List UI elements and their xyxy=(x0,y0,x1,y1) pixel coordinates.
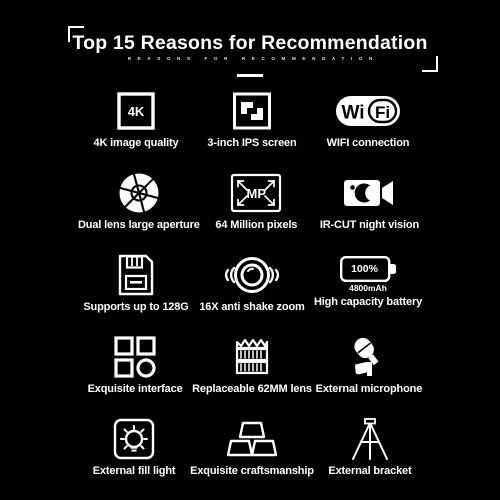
feature-item-external-microphone: External microphone xyxy=(312,334,426,416)
anti-shake-lens-icon xyxy=(222,252,282,298)
feature-label: 3-inch IPS screen xyxy=(207,137,297,149)
poster-subtitle: REASONS FOR RECOMMENDATION xyxy=(127,56,379,61)
battery-capacity-label: 4800mAh xyxy=(349,282,387,293)
screen-corners-icon xyxy=(232,88,272,134)
battery-icon: 100% 4800mAh xyxy=(340,252,396,296)
feature-label: Supports up to 128G xyxy=(83,301,189,313)
sd-card-icon xyxy=(116,252,156,298)
svg-text:Wi: Wi xyxy=(341,103,364,124)
feature-row: Dual lens large aperture MP 64 Million p… xyxy=(78,170,426,252)
feature-poster: Top 15 Reasons for Recommendation REASON… xyxy=(0,0,500,500)
feature-label: External fill light xyxy=(92,465,176,477)
feature-label: 16X anti shake zoom xyxy=(199,301,305,313)
feature-label: External microphone xyxy=(315,383,423,395)
4k-box-icon: 4K xyxy=(116,88,156,134)
microphone-icon xyxy=(346,334,392,380)
feature-grid: 4K 4K image quality 3-inch IPS screen Wi… xyxy=(78,88,426,498)
feature-item-supports-up-to-128g: Supports up to 128G xyxy=(78,252,194,334)
feature-label: IR-CUT night vision xyxy=(319,219,420,231)
feature-label: Exquisite interface xyxy=(87,383,183,395)
feature-label: 4K image quality xyxy=(93,137,179,149)
feature-label: External bracket xyxy=(328,465,412,477)
fill-light-bulb-icon xyxy=(113,416,155,462)
feature-label: WIFI connection xyxy=(326,137,410,149)
poster-header: Top 15 Reasons for Recommendation REASON… xyxy=(60,20,440,80)
feature-item-exquisite-craftsmanship: Exquisite craftsmanship xyxy=(190,416,314,498)
feature-item-dual-lens-large-aperture: Dual lens large aperture xyxy=(78,170,200,252)
svg-text:Fi: Fi xyxy=(375,103,390,122)
feature-item-ir-cut-night-vision: IR-CUT night vision xyxy=(313,170,426,252)
feature-label: Exquisite craftsmanship xyxy=(190,465,314,477)
feature-item-external-bracket: External bracket xyxy=(314,416,426,498)
feature-item-wifi-connection: Wi Fi WIFI connection xyxy=(310,88,426,170)
feature-item-16x-anti-shake-zoom: 16X anti shake zoom xyxy=(194,252,310,334)
feature-label: Dual lens large aperture xyxy=(78,219,200,231)
feature-row: Exquisite interface Replaceable 62MM len… xyxy=(78,334,426,416)
feature-row: 4K 4K image quality 3-inch IPS screen Wi… xyxy=(78,88,426,170)
interface-grid-icon xyxy=(114,334,156,380)
feature-item-3-inch-ips-screen: 3-inch IPS screen xyxy=(194,88,310,170)
camera-lens-icon xyxy=(232,334,272,380)
aperture-icon xyxy=(118,170,160,216)
feature-label: 64 Million pixels xyxy=(215,219,298,231)
feature-label: High capacity battery xyxy=(313,296,423,308)
feature-item-64-million-pixels: MP 64 Million pixels xyxy=(200,170,313,252)
poster-title: Top 15 Reasons for Recommendation xyxy=(72,32,428,54)
tripod-icon xyxy=(348,416,392,462)
feature-item-high-capacity-battery: 100% 4800mAh High capacity battery xyxy=(310,252,426,334)
feature-item-replaceable-62mm-lens: Replaceable 62MM lens xyxy=(192,334,312,416)
night-vision-camera-icon xyxy=(343,170,395,216)
craftsmanship-blocks-icon xyxy=(226,416,277,462)
feature-row: External fill light Exquisite craftsmans… xyxy=(78,416,426,498)
feature-label: Replaceable 62MM lens xyxy=(192,383,312,395)
feature-item-external-fill-light: External fill light xyxy=(78,416,190,498)
feature-item-exquisite-interface: Exquisite interface xyxy=(78,334,192,416)
feature-item-4k-image-quality: 4K 4K image quality xyxy=(78,88,194,170)
wifi-pill-icon: Wi Fi xyxy=(335,88,401,134)
megapixel-box-icon: MP xyxy=(230,170,282,216)
feature-row: Supports up to 128G 16X anti shake zoom … xyxy=(78,252,426,334)
title-divider-dash xyxy=(237,74,263,77)
